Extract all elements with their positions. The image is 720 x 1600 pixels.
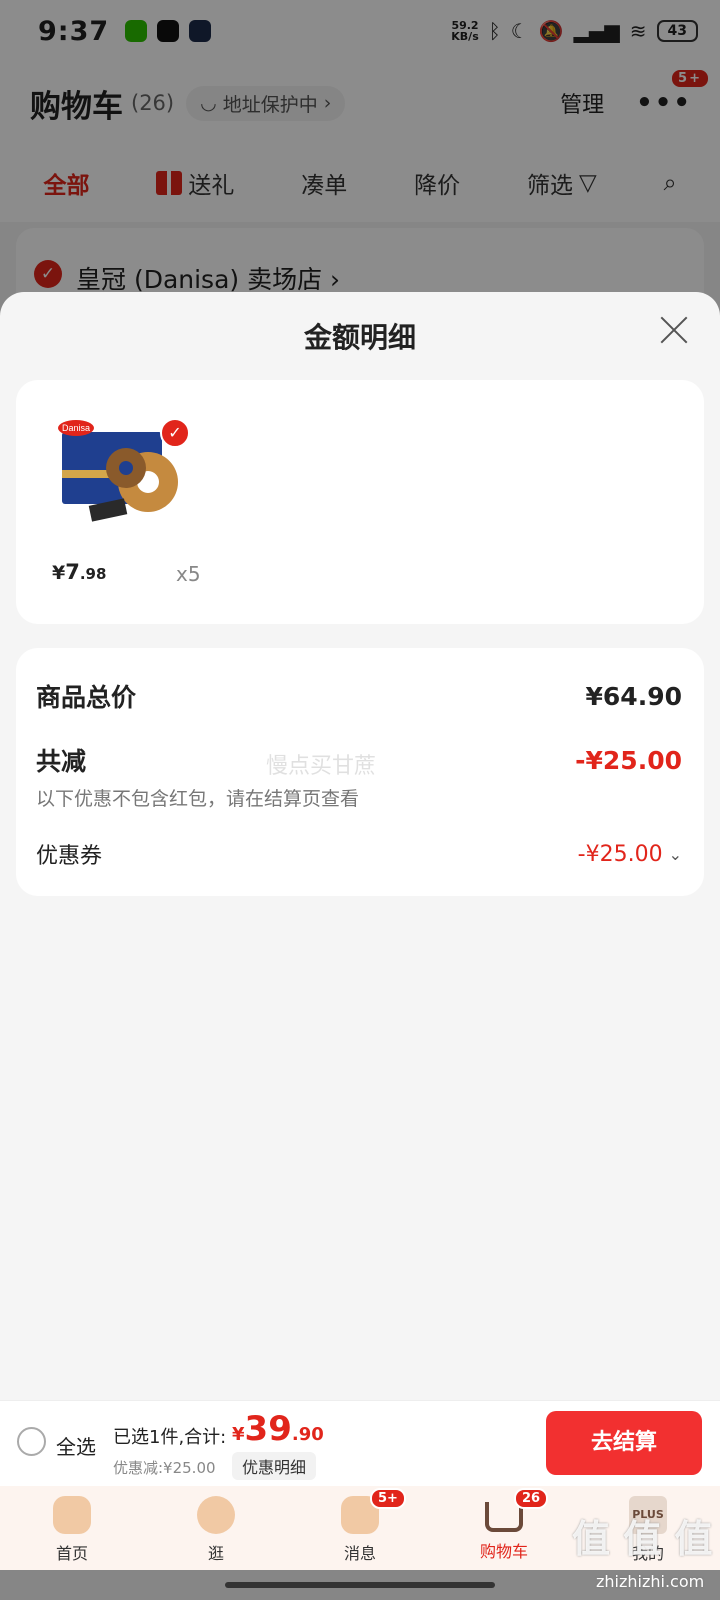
nav-explore[interactable]: 逛 [144,1486,288,1570]
close-icon[interactable] [654,310,694,350]
product-selected-check-icon[interactable]: ✓ [160,418,190,448]
nav-home-label: 首页 [55,1544,88,1563]
total-value: ¥64.90 [585,681,682,711]
discount-note: 以下优惠不包含红包，请在结算页查看 [36,788,360,810]
checkout-button[interactable]: 去结算 [546,1411,702,1475]
select-all-checkbox[interactable] [17,1427,46,1456]
sheet-title: 金额明细 [303,321,416,354]
select-all-label[interactable]: 全选 [56,1431,96,1460]
reduce-value: -¥25.00 [575,745,682,775]
nav-messages[interactable]: 5+ 消息 [288,1486,432,1570]
amount-detail-sheet: 金额明细 Danisa ✓ ¥7.98 x5 商品总价 ¥64.90 共减 -¥… [0,292,720,1400]
total-price-currency: ¥ [232,1424,245,1445]
chevron-down-icon: ⌄ [668,844,682,864]
nav-messages-label: 消息 [343,1544,376,1563]
discount-amount: 优惠减:¥25.00 [113,1459,216,1477]
watermark-text: 慢点买甘蔗 [266,754,377,779]
total-price: ¥39.90 [232,1409,324,1449]
total-price-integer: 39 [244,1409,292,1449]
product-card: Danisa ✓ ¥7.98 x5 [16,380,704,624]
nav-cart[interactable]: 26 购物车 [432,1486,576,1570]
coupon-row[interactable]: 优惠券 -¥25.00 ⌄ [36,838,682,870]
coupon-label: 优惠券 [36,844,103,869]
product-quantity: x5 [176,562,201,586]
product-price-decimal: .98 [79,565,107,583]
product-price-integer: 7 [65,560,80,584]
coupon-value: -¥25.00 [577,841,663,867]
product-price: ¥7.98 [52,560,106,584]
total-row: 商品总价 ¥64.90 [36,678,682,714]
pack-brand-text: Danisa [62,423,90,433]
reduce-label: 共减 [36,747,87,776]
discount-detail-button[interactable]: 优惠明细 [232,1452,317,1480]
cart-badge: 26 [514,1488,549,1509]
explore-face-icon [197,1496,235,1534]
checkout-bar: 全选 已选1件,合计: ¥39.90 优惠减:¥25.00 优惠明细 去结算 [0,1400,720,1486]
messages-badge: 5+ [370,1488,406,1509]
selected-count-text: 已选1件,合计: [113,1427,227,1448]
nav-home[interactable]: 首页 [0,1486,144,1570]
brand-url: zhizhizhi.com [596,1572,705,1591]
total-label: 商品总价 [36,683,137,712]
home-icon [53,1496,91,1534]
home-indicator[interactable] [225,1582,495,1588]
coupon-value-wrap: -¥25.00 ⌄ [578,842,682,867]
product-price-currency: ¥ [52,562,66,584]
nav-explore-label: 逛 [207,1544,224,1563]
price-summary-card: 商品总价 ¥64.90 共减 -¥25.00 以下优惠不包含红包，请在结算页查看… [16,648,704,896]
total-price-decimal: .90 [291,1424,324,1445]
nav-cart-label: 购物车 [479,1542,528,1561]
brand-watermark: 值 值 值 [572,1517,713,1561]
